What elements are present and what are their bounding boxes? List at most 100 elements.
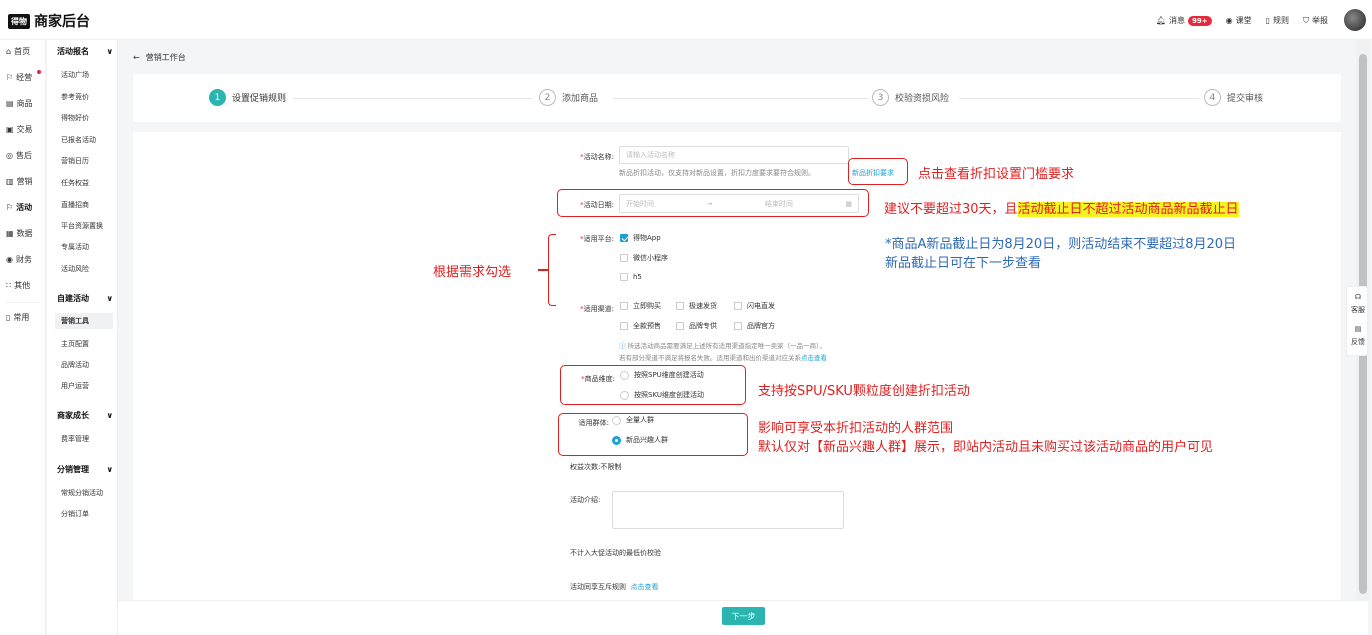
notification-dot — [37, 70, 41, 74]
menu-item[interactable]: 参考竞价 — [61, 92, 89, 102]
group-self-activity[interactable]: 自建活动 ∨ — [57, 293, 113, 304]
step-1: 1 设置促销规则 — [209, 89, 286, 106]
menu-item[interactable]: 活动风险 — [61, 264, 89, 274]
checkbox[interactable] — [620, 273, 628, 281]
flag-icon: ⚐ — [6, 73, 14, 82]
menu-item[interactable]: 用户运营 — [61, 381, 89, 391]
annotation-example: *商品A新品截止日为8月20日，则活动结束不要超过8月20日 — [885, 237, 1237, 252]
checkbox[interactable] — [620, 254, 628, 262]
menu-item[interactable]: 活动广场 — [61, 70, 89, 80]
mutex-rule-link[interactable]: 点击查看 — [630, 583, 658, 591]
annotation-dimension: 支持按SPU/SKU颗粒度创建折扣活动 — [758, 384, 970, 399]
chart-icon: ▦ — [6, 229, 14, 238]
sidebar-item-trade[interactable]: ▣ 交易 — [6, 124, 33, 135]
chevron-down-icon: ∨ — [106, 465, 114, 474]
sidebar-item-aftersale[interactable]: ◎ 售后 — [6, 150, 32, 161]
sidebar-item-common[interactable]: ▯ 常用 — [6, 312, 29, 323]
group-merchant-growth[interactable]: 商家成长 ∨ — [57, 410, 113, 421]
step-2: 2 添加商品 — [539, 89, 598, 106]
sidebar-item-marketing[interactable]: ▥ 营销 — [6, 176, 33, 187]
back-link[interactable]: ← 营销工作台 — [133, 52, 186, 63]
headset-icon[interactable]: ☊ — [1347, 293, 1369, 301]
chevron-down-icon: ∨ — [106, 47, 114, 56]
group-distribution[interactable]: 分销管理 ∨ — [57, 464, 113, 475]
menu-item[interactable]: 任务权益 — [61, 178, 89, 188]
activity-name-hint: 新品折扣活动，仅支持对新品设置，折扣力度要求要符合规则。 — [619, 169, 815, 177]
checkbox[interactable] — [620, 234, 628, 242]
shield-icon: ◎ — [6, 151, 13, 160]
annotation-date: 建议不要超过30天，且活动截止日不超过活动商品新品截止日 — [884, 202, 1239, 217]
feedback-button[interactable]: 反馈 — [1347, 337, 1369, 347]
sidebar-item-data[interactable]: ▦ 数据 — [6, 228, 33, 239]
sidebar-item-other[interactable]: ∷ 其他 — [6, 280, 30, 291]
menu-item-marketing-tools[interactable]: 营销工具 — [55, 313, 113, 329]
times-row: 权益次数:不限制 — [570, 463, 622, 471]
mutex-rule-row: 活动同享互斥规则 点击查看 — [570, 583, 659, 591]
channel-hint: 若有部分渠道不满足将报名失败。适用渠道和出价渠道对应关系点击查看 — [619, 354, 827, 362]
progress-steps: 1 设置促销规则 2 添加商品 3 校验资损风险 4 提交审核 — [133, 74, 1341, 122]
float-toolbar: ☊ 客服 ▤ 反馈 — [1346, 286, 1368, 356]
coin-icon: ◉ — [6, 255, 13, 264]
channel-hint: ⓘ 所选活动商品需要满足上述所有适用渠道指定唯一卖家（一品一商）， — [619, 342, 826, 350]
channel-checkbox[interactable]: 闪电直发 — [734, 301, 775, 311]
activity-name-input[interactable]: 请输入活动名称 — [619, 146, 849, 164]
menu-item[interactable]: 已报名活动 — [61, 135, 96, 145]
top-nav: 🔔︎ 消息 99+ ◉ 课堂 ▯ 规则 ⛉ 举报 — [1156, 15, 1328, 26]
menu-item[interactable]: 平台资源置换 — [61, 221, 103, 231]
intro-textarea[interactable] — [612, 491, 844, 529]
box-icon: ▤ — [6, 99, 14, 108]
sidebar-item-home[interactable]: ⌂ 首页 — [6, 46, 30, 57]
ticket-icon: ▥ — [6, 177, 14, 186]
book-icon: ▯ — [1265, 16, 1270, 25]
service-button[interactable]: 客服 — [1347, 305, 1369, 315]
intro-label: 活动介绍: — [570, 496, 601, 504]
menu-item[interactable]: 主页配置 — [61, 339, 89, 349]
menu-item[interactable]: 专属活动 — [61, 242, 89, 252]
channel-checkbox[interactable]: 立即购买 — [620, 301, 661, 311]
step-connector — [613, 98, 868, 99]
channel-checkbox[interactable]: 品牌官方 — [734, 321, 775, 331]
annotation-crowd-1: 影响可享受本折扣活动的人群范围 — [758, 421, 954, 436]
step-connector — [959, 98, 1199, 99]
next-button[interactable]: 下一步 — [722, 607, 765, 625]
messages-count-badge: 99+ — [1188, 15, 1212, 26]
arrow-left-icon: ← — [133, 53, 140, 62]
secondary-sidebar: 活动报名 ∨ 活动广场 参考竞价 得物好价 已报名活动 营销日历 任务权益 直播招… — [47, 40, 118, 635]
platform-wechat-checkbox[interactable]: 微信小程序 — [620, 253, 668, 263]
messages-link[interactable]: 🔔︎ 消息 99+ — [1156, 15, 1212, 26]
feedback-icon[interactable]: ▤ — [1347, 325, 1369, 333]
annotation-discount: 点击查看折扣设置门槛要求 — [918, 167, 1075, 182]
menu-item[interactable]: 常规分销活动 — [61, 488, 103, 498]
avatar[interactable] — [1344, 9, 1366, 31]
menu-item[interactable]: 费率管理 — [61, 434, 89, 444]
bell-icon: 🔔︎ — [1155, 16, 1166, 25]
menu-item[interactable]: 品牌活动 — [61, 360, 89, 370]
sidebar-item-operation[interactable]: ⚐ 经营 — [6, 72, 32, 83]
platform-label: *适用平台: — [580, 235, 614, 243]
info-icon: ⓘ — [619, 342, 626, 350]
top-bar: 得物 商家后台 🔔︎ 消息 99+ ◉ 课堂 ▯ 规则 ⛉ 举报 — [0, 0, 1372, 40]
app-logo[interactable]: 得物 商家后台 — [8, 11, 90, 31]
channel-checkbox[interactable]: 品牌专供 — [676, 321, 717, 331]
sidebar-divider — [6, 302, 40, 303]
platform-app-checkbox[interactable]: 得物App — [620, 233, 661, 243]
sidebar-item-activity[interactable]: ⚐ 活动 — [6, 202, 32, 213]
menu-item[interactable]: 分销订单 — [61, 509, 89, 519]
channel-checkbox[interactable]: 全款预售 — [620, 321, 661, 331]
channel-mapping-link[interactable]: 点击查看 — [801, 354, 827, 362]
channel-checkbox[interactable]: 极速发货 — [676, 301, 717, 311]
menu-item[interactable]: 营销日历 — [61, 156, 89, 166]
sidebar-item-finance[interactable]: ◉ 财务 — [6, 254, 32, 265]
classroom-link[interactable]: ◉ 课堂 — [1226, 15, 1252, 26]
menu-item[interactable]: 直播招商 — [61, 200, 89, 210]
report-link[interactable]: ⛉ 举报 — [1303, 15, 1328, 26]
annotation-box-discount-link — [848, 158, 908, 185]
group-activity-signup[interactable]: 活动报名 ∨ — [57, 46, 113, 57]
lowest-price-note: 不计入大促活动的最低价校验 — [570, 549, 661, 557]
rules-link[interactable]: ▯ 规则 — [1266, 15, 1289, 26]
platform-h5-checkbox[interactable]: h5 — [620, 273, 642, 281]
annotation-box-dimension — [560, 365, 746, 405]
menu-item[interactable]: 得物好价 — [61, 113, 89, 123]
sidebar-item-goods[interactable]: ▤ 商品 — [6, 98, 33, 109]
bag-icon: ▣ — [6, 125, 14, 134]
